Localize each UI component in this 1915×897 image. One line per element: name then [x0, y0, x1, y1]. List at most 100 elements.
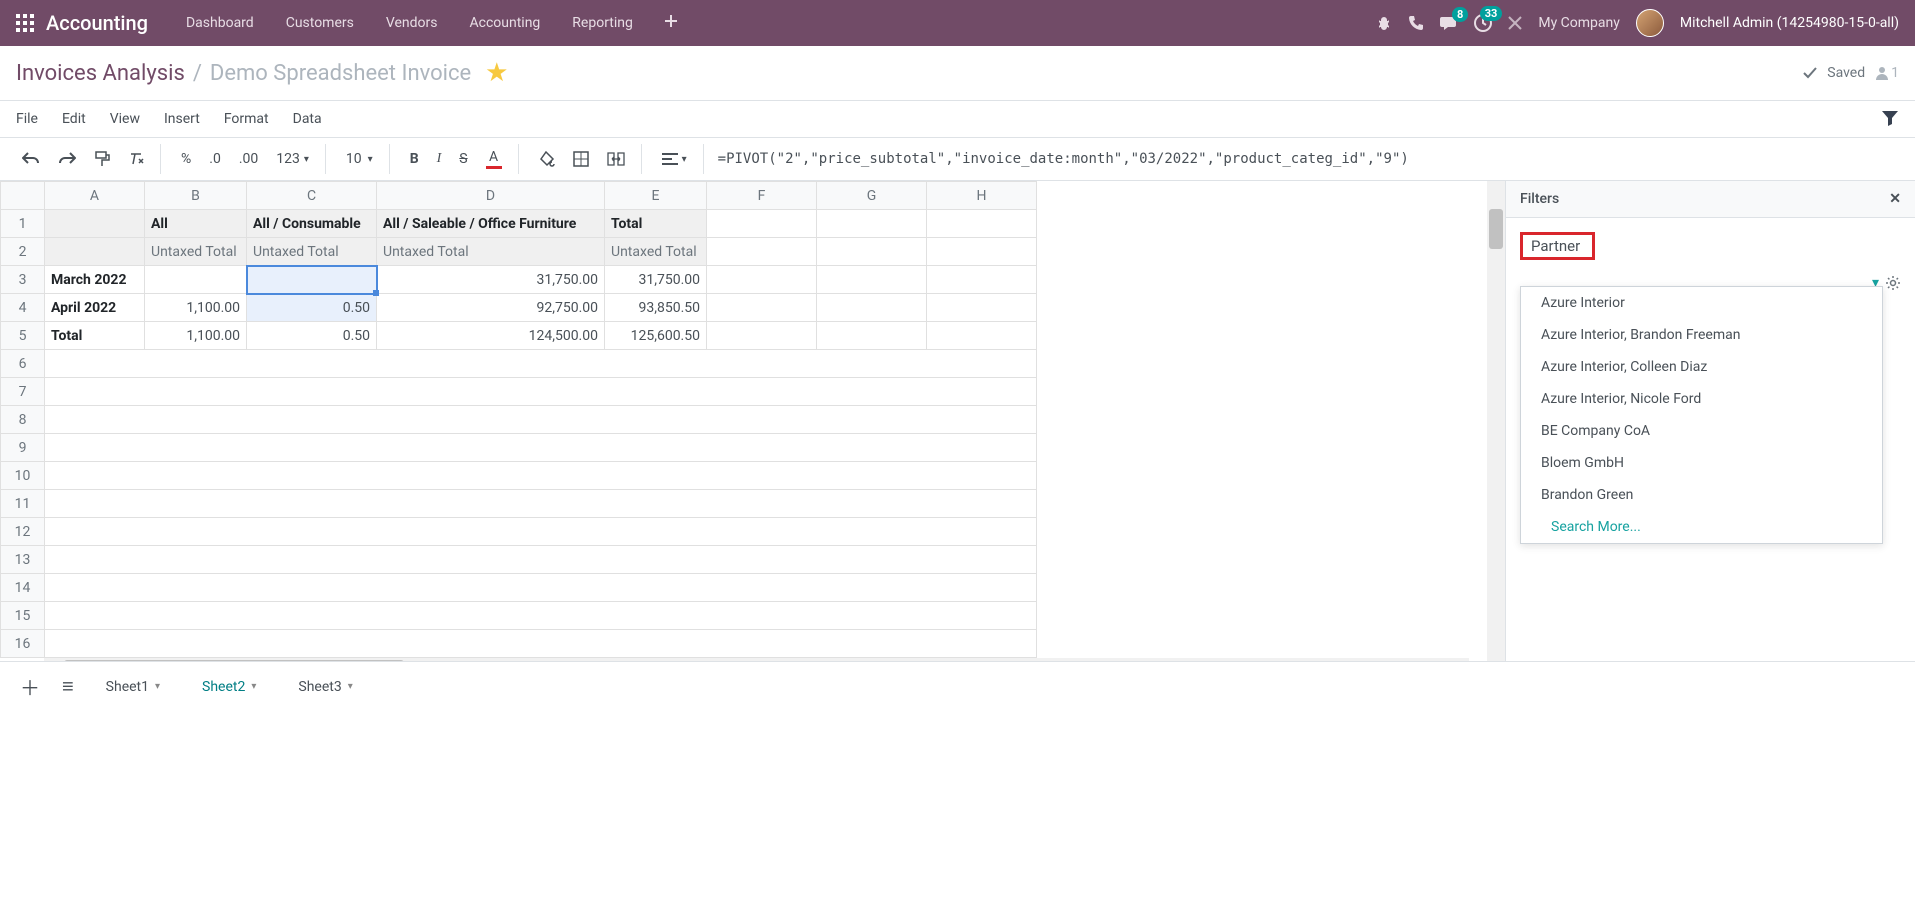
cell[interactable]: Untaxed Total [377, 238, 605, 266]
redo-icon[interactable] [52, 148, 82, 170]
cell[interactable] [927, 238, 1037, 266]
filter-funnel-icon[interactable] [1881, 109, 1899, 127]
row-header[interactable]: 1 [1, 210, 45, 238]
app-brand[interactable]: Accounting [46, 11, 148, 35]
fill-color-icon[interactable] [533, 147, 561, 171]
cell[interactable]: Untaxed Total [145, 238, 247, 266]
row-header[interactable]: 3 [1, 266, 45, 294]
company-switcher[interactable]: My Company [1538, 15, 1620, 31]
cell[interactable] [707, 294, 817, 322]
row-header[interactable]: 8 [1, 406, 45, 434]
close-tray-icon[interactable] [1508, 16, 1522, 30]
cell[interactable] [45, 378, 1037, 406]
nav-accounting[interactable]: Accounting [455, 7, 554, 39]
cell[interactable] [927, 294, 1037, 322]
corner-cell[interactable] [1, 182, 45, 210]
menu-data[interactable]: Data [293, 111, 322, 127]
merge-icon[interactable] [601, 148, 631, 170]
bold-icon[interactable]: B [404, 147, 425, 171]
cell[interactable]: Total [605, 210, 707, 238]
cell[interactable]: Total [45, 322, 145, 350]
partner-filter-label[interactable]: Partner [1520, 232, 1595, 260]
cell[interactable] [45, 462, 1037, 490]
cell[interactable] [45, 210, 145, 238]
col-header[interactable]: E [605, 182, 707, 210]
cell[interactable]: All / Consumable [247, 210, 377, 238]
row-header[interactable]: 4 [1, 294, 45, 322]
cell[interactable] [817, 294, 927, 322]
format-percent[interactable]: % [175, 147, 197, 171]
row-header[interactable]: 12 [1, 518, 45, 546]
row-header[interactable]: 2 [1, 238, 45, 266]
chat-icon[interactable]: 8 [1440, 15, 1458, 31]
cell[interactable]: April 2022 [45, 294, 145, 322]
font-size[interactable]: 10 ▾ [340, 147, 379, 171]
spreadsheet-grid[interactable]: A B C D E F G H 1 All All / Consumable A… [0, 181, 1037, 658]
cell[interactable]: 92,750.00 [377, 294, 605, 322]
cell[interactable] [45, 602, 1037, 630]
dropdown-option[interactable]: Azure Interior, Brandon Freeman [1521, 319, 1882, 351]
row-header[interactable]: 10 [1, 462, 45, 490]
favorite-star-icon[interactable]: ★ [485, 58, 508, 88]
cell[interactable]: 125,600.50 [605, 322, 707, 350]
cell[interactable] [817, 322, 927, 350]
chevron-down-icon[interactable]: ▾ [155, 681, 160, 692]
align-icon[interactable]: ▾ [656, 149, 693, 169]
cell[interactable]: 31,750.00 [377, 266, 605, 294]
row-header[interactable]: 15 [1, 602, 45, 630]
cell[interactable]: 93,850.50 [605, 294, 707, 322]
cell[interactable]: Untaxed Total [605, 238, 707, 266]
scroll-right-icon[interactable]: ▸ [1458, 659, 1465, 661]
chevron-down-icon[interactable]: ▾ [251, 681, 256, 692]
selected-cell[interactable] [247, 266, 377, 294]
cell[interactable] [145, 266, 247, 294]
menu-view[interactable]: View [110, 111, 140, 127]
cell[interactable]: March 2022 [45, 266, 145, 294]
sheets-menu-icon[interactable]: ≡ [58, 670, 78, 703]
cell[interactable] [817, 210, 927, 238]
format-dec-increase[interactable]: .00 [233, 147, 264, 171]
cell[interactable]: 1,100.00 [145, 322, 247, 350]
scroll-thumb[interactable] [64, 660, 404, 661]
cell[interactable] [45, 518, 1037, 546]
scroll-left-icon[interactable]: ◂ [48, 659, 55, 661]
cell[interactable] [45, 238, 145, 266]
row-header[interactable]: 5 [1, 322, 45, 350]
cell[interactable]: 0.50 [247, 322, 377, 350]
user-menu[interactable]: Mitchell Admin (14254980-15-0-all) [1680, 15, 1899, 31]
cell[interactable]: 124,500.00 [377, 322, 605, 350]
menu-file[interactable]: File [16, 111, 38, 127]
add-sheet-icon[interactable]: ＋ [16, 668, 44, 705]
nav-customers[interactable]: Customers [272, 7, 368, 39]
formula-bar[interactable]: =PIVOT("2","price_subtotal","invoice_dat… [708, 151, 1899, 167]
strike-icon[interactable]: S [453, 147, 473, 171]
nav-add[interactable] [651, 7, 691, 39]
vertical-scrollbar[interactable] [1487, 181, 1505, 661]
apps-icon[interactable] [16, 14, 34, 32]
undo-icon[interactable] [16, 148, 46, 170]
tab-sheet2[interactable]: Sheet2▾ [188, 671, 270, 703]
menu-format[interactable]: Format [224, 111, 269, 127]
borders-icon[interactable] [567, 147, 595, 171]
col-header[interactable]: B [145, 182, 247, 210]
cell[interactable] [927, 266, 1037, 294]
cell[interactable] [707, 238, 817, 266]
dropdown-option[interactable]: Bloem GmbH [1521, 447, 1882, 479]
cell[interactable] [45, 490, 1037, 518]
row-header[interactable]: 14 [1, 574, 45, 602]
cell[interactable] [817, 238, 927, 266]
row-header[interactable]: 6 [1, 350, 45, 378]
clear-format-icon[interactable] [122, 147, 150, 171]
nav-vendors[interactable]: Vendors [372, 7, 452, 39]
breadcrumb-parent[interactable]: Invoices Analysis [16, 61, 185, 86]
col-header[interactable]: C [247, 182, 377, 210]
tab-sheet3[interactable]: Sheet3▾ [284, 671, 366, 703]
paint-format-icon[interactable] [88, 147, 116, 171]
row-header[interactable]: 7 [1, 378, 45, 406]
dropdown-option[interactable]: Brandon Green [1521, 479, 1882, 511]
cell[interactable]: 0.50 [247, 294, 377, 322]
close-icon[interactable]: ✕ [1889, 191, 1901, 207]
nav-dashboard[interactable]: Dashboard [172, 7, 268, 39]
cell[interactable]: All / Saleable / Office Furniture [377, 210, 605, 238]
cell[interactable] [45, 406, 1037, 434]
